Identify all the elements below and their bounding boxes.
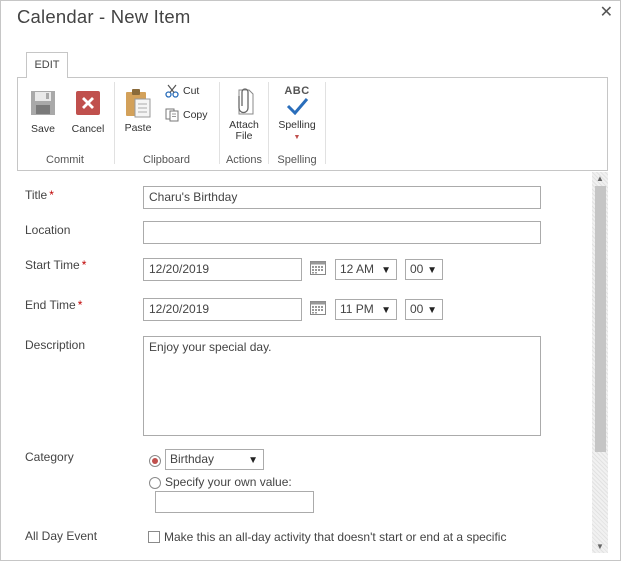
- category-select[interactable]: Birthday ▼: [165, 449, 264, 470]
- attach-file-button[interactable]: Attach File: [227, 86, 261, 142]
- end-time-label: End Time *: [25, 298, 83, 312]
- ribbon-group-label: Clipboard: [142, 154, 191, 166]
- paperclip-icon: [238, 88, 254, 115]
- paste-icon: [126, 89, 151, 118]
- spelling-button[interactable]: ABC Spelling ▼: [275, 86, 319, 143]
- chevron-down-icon: ▼: [381, 305, 391, 316]
- end-date-input[interactable]: 12/20/2019: [143, 298, 302, 321]
- cancel-label: Cancel: [71, 123, 105, 135]
- ribbon-group-commit: Save Cancel Commit: [18, 78, 112, 170]
- dialog-title: Calendar - New Item: [17, 6, 191, 27]
- attach-label-line2: File: [235, 130, 253, 142]
- ribbon-group-label: Actions: [225, 154, 263, 166]
- ribbon: Save Cancel Commit Paste Cut Copy Clipbo…: [17, 77, 608, 171]
- start-hour-select[interactable]: 12 AM ▼: [335, 259, 397, 280]
- paste-button[interactable]: Paste: [121, 88, 155, 134]
- tab-edit[interactable]: EDIT: [26, 52, 68, 78]
- abc-label: ABC: [284, 85, 310, 97]
- form-area: Title * Charu's Birthday Location Start T…: [17, 172, 608, 553]
- category-choice-radio[interactable]: [149, 455, 161, 467]
- description-textarea[interactable]: Enjoy your special day.: [143, 336, 541, 436]
- all-day-label: All Day Event: [25, 529, 98, 543]
- chevron-down-icon: ▼: [427, 305, 437, 316]
- close-icon[interactable]: ✕: [600, 2, 613, 21]
- chevron-down-icon: ▼: [381, 265, 391, 276]
- copy-button[interactable]: Copy: [165, 108, 208, 122]
- copy-icon: [165, 108, 179, 122]
- start-minute-select[interactable]: 00 ▼: [405, 259, 443, 280]
- all-day-text: Make this an all-day activity that doesn…: [164, 530, 507, 544]
- calendar-icon[interactable]: [310, 260, 326, 275]
- save-label: Save: [31, 123, 55, 135]
- cancel-icon: [76, 91, 100, 115]
- location-input[interactable]: [143, 221, 541, 244]
- description-label: Description: [25, 338, 86, 352]
- scroll-up-icon[interactable]: ▲: [596, 174, 604, 183]
- own-value-radio[interactable]: [149, 477, 161, 489]
- ribbon-group-spelling: ABC Spelling ▼ Spelling: [269, 78, 325, 170]
- copy-label: Copy: [183, 108, 208, 121]
- ribbon-group-actions: Attach File Actions: [220, 78, 268, 170]
- new-item-dialog: Calendar - New Item ✕ EDIT Save Cancel C…: [0, 0, 621, 561]
- cut-label: Cut: [183, 84, 200, 97]
- chevron-down-icon: ▼: [293, 134, 301, 141]
- location-label: Location: [25, 223, 71, 237]
- save-icon: [31, 91, 55, 115]
- end-hour-select[interactable]: 11 PM ▼: [335, 299, 397, 320]
- chevron-down-icon: ▼: [427, 265, 437, 276]
- spelling-label: Spelling: [278, 119, 316, 131]
- title-input[interactable]: Charu's Birthday: [143, 186, 541, 209]
- scrollbar[interactable]: ▲ ▼: [592, 172, 608, 553]
- title-label: Title *: [25, 188, 54, 202]
- ribbon-group-label: Commit: [46, 154, 84, 166]
- all-day-checkbox[interactable]: [148, 531, 160, 543]
- calendar-icon[interactable]: [310, 300, 326, 315]
- cancel-button[interactable]: Cancel: [68, 90, 108, 135]
- start-time-label: Start Time *: [25, 258, 87, 272]
- own-value-input[interactable]: [155, 491, 314, 513]
- own-value-label: Specify your own value:: [165, 475, 292, 489]
- paste-label: Paste: [124, 122, 152, 134]
- scroll-down-icon[interactable]: ▼: [596, 542, 604, 551]
- chevron-down-icon: ▼: [248, 455, 258, 466]
- scroll-thumb[interactable]: [595, 186, 606, 452]
- scissors-icon: [165, 84, 179, 98]
- ribbon-group-clipboard: Paste Cut Copy Clipboard: [115, 78, 218, 170]
- end-minute-select[interactable]: 00 ▼: [405, 299, 443, 320]
- save-button[interactable]: Save: [24, 90, 62, 135]
- checkmark-icon: [286, 98, 309, 116]
- ribbon-group-label: Spelling: [277, 154, 317, 166]
- start-date-input[interactable]: 12/20/2019: [143, 258, 302, 281]
- group-divider: [325, 82, 326, 164]
- cut-button[interactable]: Cut: [165, 84, 199, 98]
- category-label: Category: [25, 450, 74, 464]
